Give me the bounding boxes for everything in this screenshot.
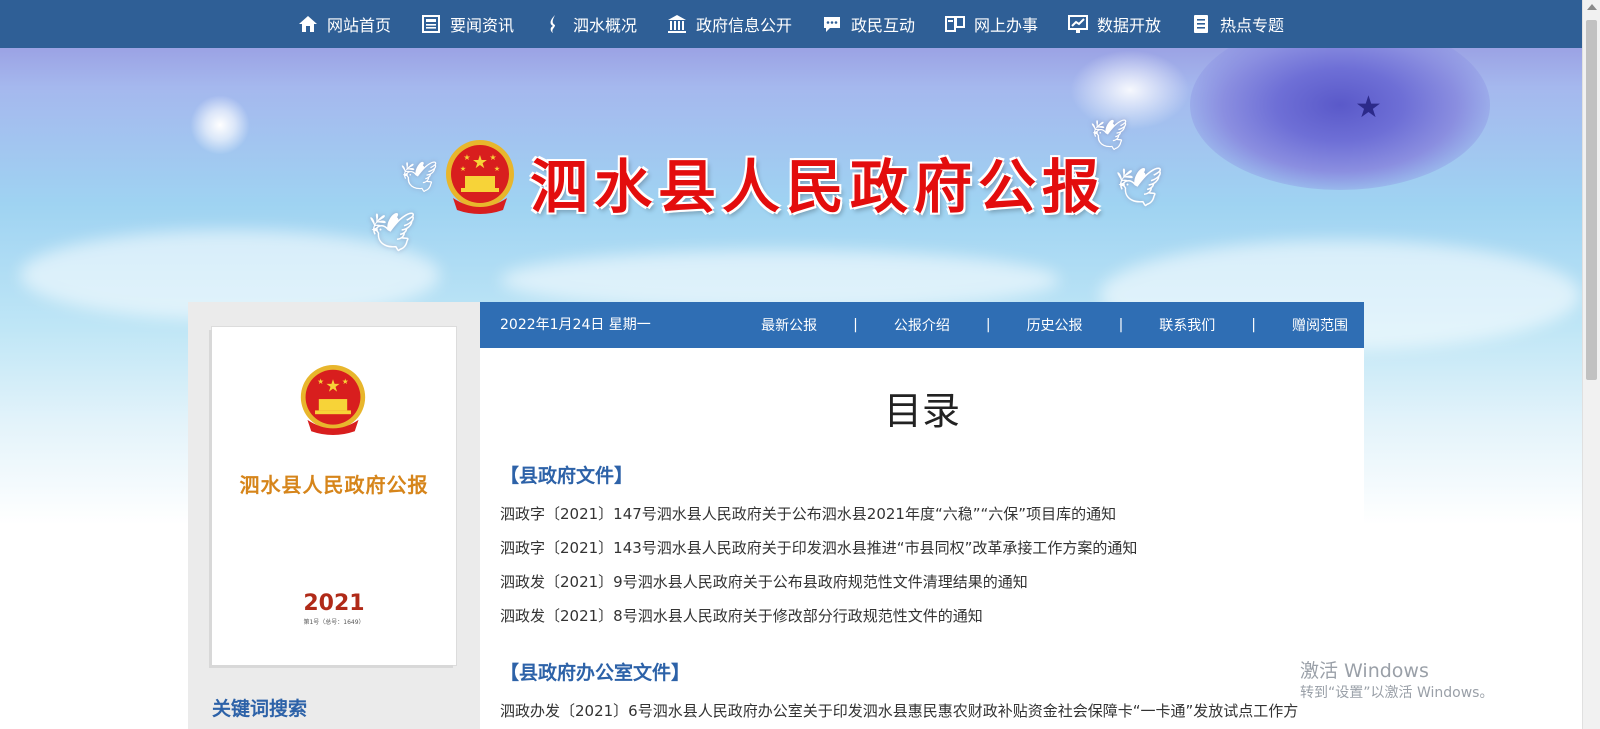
section-title-county-office: 【县政府办公室文件】 [500,662,691,684]
nav-item-interaction[interactable]: 政民互动 [807,0,930,48]
page-scrollbar[interactable] [1582,0,1600,729]
chat-bubble-icon [822,14,842,34]
document-link[interactable]: 泗政字〔2021〕147号泗水县人民政府关于公布泗水县2021年度“六稳”“六保… [500,503,1116,524]
nav-item-hot-topics[interactable]: 热点专题 [1176,0,1299,48]
nav-item-label: 网站首页 [326,16,391,35]
scroll-up-arrow-icon[interactable] [1587,4,1597,10]
subnav-link-history[interactable]: 历史公报 [1027,315,1083,335]
online-service-icon [945,14,966,34]
document-link[interactable]: 泗政办发〔2021〕6号泗水县人民政府办公室关于印发泗水县惠民惠农财政补贴资金社… [500,700,1350,721]
bulletin-cover[interactable]: ★ ★ ★ 泗水县人民政府公报 2021 第1号（总号：1649） [212,327,456,665]
windows-activation-watermark: 激活 Windows [1300,660,1429,682]
subnav-link-distribution[interactable]: 赠阅范围 [1292,315,1348,335]
document-link[interactable]: 泗政字〔2021〕143号泗水县人民政府关于印发泗水县推进“市县同权”改革承接工… [500,537,1137,558]
dove-icon: 🕊 [1090,118,1129,153]
national-emblem-icon: ★ ★ ★ ★ ★ [446,140,514,214]
separator: | [1118,317,1124,333]
document-link[interactable]: 泗政发〔2021〕8号泗水县人民政府关于修改部分行政规范性文件的通知 [500,605,983,626]
separator: | [1251,317,1256,333]
separator: | [985,317,991,333]
government-building-icon [667,14,687,34]
separator: | [853,317,858,333]
svg-text:★: ★ [342,377,349,386]
svg-text:★: ★ [489,153,496,162]
dove-icon: 🕊 [1115,165,1164,209]
nav-item-label: 要闻资讯 [449,16,514,35]
nav-item-home[interactable]: 网站首页 [283,0,406,48]
home-icon [298,14,318,34]
nav-item-label: 数据开放 [1097,16,1162,35]
nav-item-label: 政府信息公开 [695,16,792,35]
sub-navigation-bar: 2022年1月24日 星期一 最新公报 | 公报介绍 | 历史公报 | 联系我们… [480,302,1364,348]
subnav-link-latest[interactable]: 最新公报 [761,315,817,335]
document-list-icon [1191,14,1211,34]
svg-text:★: ★ [317,377,324,386]
nav-item-online-service[interactable]: 网上办事 [930,0,1053,48]
nav-item-label: 政民互动 [851,16,916,35]
section-title-county-gov: 【县政府文件】 [500,465,634,487]
nav-item-gov-info[interactable]: 政府信息公开 [652,0,807,48]
nav-item-overview[interactable]: 泗水概况 [529,0,652,48]
nav-item-label: 泗水概况 [572,16,637,35]
windows-activation-hint: 转到“设置”以激活 Windows。 [1300,685,1494,701]
svg-text:★: ★ [472,152,488,173]
page-title: 目录 [883,389,960,433]
keyword-search-heading: 关键词搜索 [212,698,308,720]
water-drop-icon [544,14,564,34]
scrollbar-thumb[interactable] [1586,20,1597,380]
nav-item-open-data[interactable]: 数据开放 [1053,0,1176,48]
svg-text:★: ★ [494,165,500,173]
dove-icon: 🕊 [368,210,417,254]
nav-item-news[interactable]: 要闻资讯 [406,0,529,48]
svg-text:★: ★ [463,153,470,162]
national-emblem-icon: ★ ★ ★ [300,365,366,435]
nav-item-label: 网上办事 [974,16,1039,35]
news-icon [421,14,441,34]
cover-year: 2021 [303,591,365,616]
svg-text:★: ★ [325,376,340,396]
svg-text:★: ★ [460,165,466,173]
data-chart-icon [1068,14,1089,34]
top-navigation-bar: 网站首页 要闻资讯 泗水概况 政府信息公开 政民互动 网上办事 数据开放 热点专… [0,0,1582,48]
cover-issue-number: 第1号（总号：1649） [303,619,365,626]
nav-item-label: 热点专题 [1220,16,1285,35]
document-link[interactable]: 泗政发〔2021〕9号泗水县人民政府关于公布县政府规范性文件清理结果的通知 [500,571,1028,592]
site-title: 泗水县人民政府公报 [530,153,1107,221]
current-date: 2022年1月24日 星期一 [500,317,651,333]
subnav-link-intro[interactable]: 公报介绍 [894,315,950,335]
dove-icon: 🕊 [400,160,439,195]
cover-title: 泗水县人民政府公报 [239,473,429,497]
subnav-link-contact[interactable]: 联系我们 [1159,315,1215,335]
